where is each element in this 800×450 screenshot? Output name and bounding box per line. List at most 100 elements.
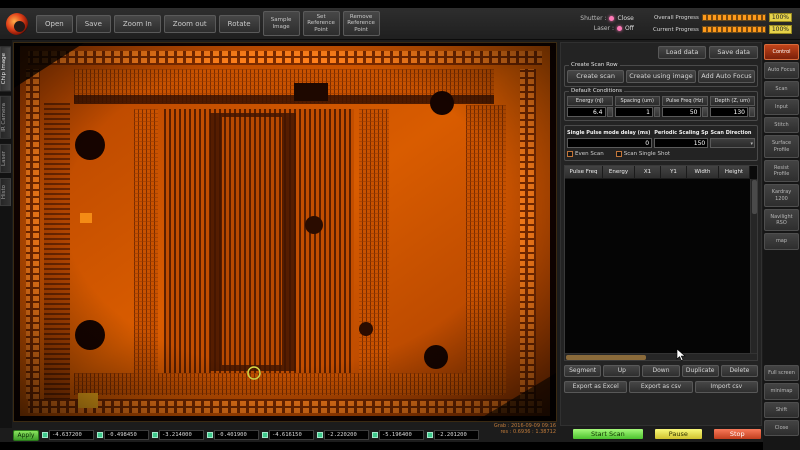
create-using-image-button[interactable]: Create using image	[626, 70, 696, 83]
table-horizontal-scrollbar[interactable]	[565, 353, 757, 360]
coordinate-value: -0.401900	[214, 430, 259, 440]
depth-field[interactable]: 130	[710, 107, 749, 117]
scaling-speed-label: Periodic Scaling Speed	[654, 130, 708, 136]
depth-spinner[interactable]	[749, 107, 755, 117]
default-conditions-title: Default Conditions	[569, 88, 624, 94]
column-header-energy[interactable]: Energy	[603, 166, 635, 179]
top-toolbar: Open Save Zoom In Zoom out Rotate Sample…	[0, 8, 800, 40]
apply-button[interactable]: Apply	[13, 430, 39, 441]
coordinate-marker	[152, 432, 158, 438]
pulse-delay-label: Single Pulse mode delay (ms)	[567, 130, 652, 136]
column-header-pulse-freq[interactable]: Pulse Freq	[565, 166, 603, 179]
chip-die-image[interactable]	[13, 42, 557, 422]
side-tab-auto-focus[interactable]: Auto Focus	[764, 62, 799, 78]
scaling-speed-input[interactable]: 150	[654, 138, 708, 148]
export-csv-button[interactable]: Export as csv	[629, 381, 692, 393]
shift-button[interactable]: Shift	[764, 402, 799, 418]
sidebar-tab-ir-camera[interactable]: IR Camera	[0, 96, 11, 139]
down-button[interactable]: Down	[642, 365, 679, 377]
close-button[interactable]: Close	[764, 420, 799, 436]
scan-direction-dropdown[interactable]: ▾	[710, 138, 755, 148]
scrollbar-thumb[interactable]	[566, 355, 646, 360]
save-data-button[interactable]: Save data	[709, 46, 758, 59]
scan-row-table[interactable]: Pulse Freq Energy X1 Y1 Width Height	[564, 165, 758, 361]
coordinate-value: -2.201200	[434, 430, 479, 440]
sidebar-tab-laser[interactable]: Laser	[0, 144, 11, 173]
coordinate-field: -4.637200	[42, 430, 94, 440]
coordinate-marker	[427, 432, 433, 438]
set-reference-point-button[interactable]: Set Reference Point	[303, 11, 340, 36]
column-header-height[interactable]: Height	[719, 166, 750, 179]
shutter-label: Shutter :	[580, 15, 606, 22]
create-scan-button[interactable]: Create scan	[567, 70, 624, 83]
side-tab-stitch[interactable]: Stitch	[764, 117, 799, 133]
current-progress-label: Current Progress	[647, 27, 699, 33]
coordinate-marker	[372, 432, 378, 438]
energy-field[interactable]: 6.4	[567, 107, 606, 117]
segment-button[interactable]: Segment	[564, 365, 601, 377]
shutter-value: Close	[617, 15, 633, 22]
side-tab-input[interactable]: Input	[764, 99, 799, 115]
coordinate-value: -5.196400	[379, 430, 424, 440]
coordinate-field: -5.196400	[372, 430, 424, 440]
shutter-indicator	[609, 16, 614, 21]
column-header-width[interactable]: Width	[687, 166, 719, 179]
current-progress-value: 100%	[769, 25, 792, 34]
chevron-down-icon: ▾	[750, 139, 753, 149]
side-tab-resist-profile[interactable]: Resist Profile	[764, 160, 799, 183]
add-auto-focus-button[interactable]: Add Auto Focus	[698, 70, 755, 83]
pulse-delay-input[interactable]: 0	[567, 138, 652, 148]
create-scan-row-title: Create Scan Row	[569, 62, 620, 68]
side-tab-scan[interactable]: Scan	[764, 81, 799, 97]
load-data-button[interactable]: Load data	[658, 46, 706, 59]
progress-cluster: Overall Progress 100% Current Progress 1…	[647, 13, 792, 34]
coordinate-value: -4.616150	[269, 430, 314, 440]
delete-button[interactable]: Delete	[721, 365, 758, 377]
export-excel-button[interactable]: Export as Excel	[564, 381, 627, 393]
scrollbar-thumb[interactable]	[752, 180, 757, 214]
side-tab-kardray[interactable]: Kardray 1200	[764, 184, 799, 207]
import-csv-button[interactable]: Import csv	[695, 381, 758, 393]
start-scan-button[interactable]: Start Scan	[572, 428, 644, 440]
side-tab-surface-profile[interactable]: Surface Profile	[764, 135, 799, 158]
save-button[interactable]: Save	[76, 15, 111, 33]
side-tab-control[interactable]: Control	[764, 44, 799, 60]
duplicate-button[interactable]: Duplicate	[682, 365, 719, 377]
coordinate-value: -4.637200	[49, 430, 94, 440]
sample-image-button[interactable]: Sample Image	[263, 11, 300, 36]
chip-die-rendering	[14, 43, 556, 421]
pulse-freq-spinner[interactable]	[702, 107, 708, 117]
scan-single-shot-checkbox[interactable]: Scan Single Shot	[616, 151, 670, 157]
column-header-x1[interactable]: X1	[635, 166, 661, 179]
coordinate-field: -0.401900	[207, 430, 259, 440]
fullscreen-button[interactable]: Full screen	[764, 365, 799, 381]
spacing-field[interactable]: 1	[615, 107, 654, 117]
table-body[interactable]	[565, 179, 757, 353]
laser-label: Laser :	[594, 25, 614, 32]
open-button[interactable]: Open	[36, 15, 73, 33]
even-scan-checkbox[interactable]: Even Scan	[567, 151, 604, 157]
minimap-button[interactable]: minimap	[764, 383, 799, 399]
side-tab-navilight[interactable]: Navilight RSO	[764, 209, 799, 232]
pulse-freq-field[interactable]: 50	[662, 107, 701, 117]
column-header-y1[interactable]: Y1	[661, 166, 687, 179]
sidebar-tab-histo[interactable]: Histo	[0, 178, 11, 206]
stop-button[interactable]: Stop	[713, 428, 762, 440]
zoom-in-button[interactable]: Zoom In	[114, 15, 161, 33]
up-button[interactable]: Up	[603, 365, 640, 377]
coordinate-value: -0.498450	[104, 430, 149, 440]
overall-progress-bar	[702, 14, 766, 21]
app-logo-icon	[6, 13, 28, 35]
sidebar-tab-chip-image[interactable]: Chip Image	[0, 46, 11, 91]
remove-reference-point-button[interactable]: Remove Reference Point	[343, 11, 380, 36]
side-tab-map[interactable]: map	[764, 233, 799, 249]
coordinate-value: -2.220200	[324, 430, 369, 440]
rotate-button[interactable]: Rotate	[219, 15, 260, 33]
table-vertical-scrollbar[interactable]	[750, 179, 757, 353]
zoom-out-button[interactable]: Zoom out	[164, 15, 216, 33]
energy-label: Energy (nJ)	[567, 96, 613, 106]
spacing-spinner[interactable]	[654, 107, 660, 117]
table-header-row: Pulse Freq Energy X1 Y1 Width Height	[565, 166, 757, 179]
energy-spinner[interactable]	[607, 107, 613, 117]
pause-button[interactable]: Pause	[654, 428, 703, 440]
